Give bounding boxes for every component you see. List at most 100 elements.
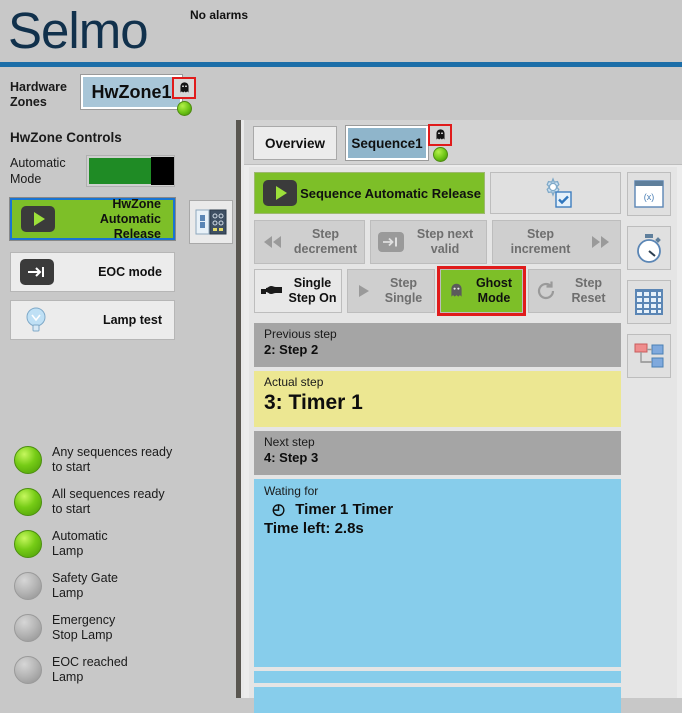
ghost-icon — [435, 128, 445, 140]
step-end-icon-wrap — [20, 259, 54, 285]
step-end-icon — [20, 259, 54, 285]
sequence-automatic-release-label: Sequence Automatic Release — [300, 185, 481, 201]
waiting-for-item: Timer 1 Timer — [295, 501, 394, 518]
ghost-mode-button[interactable]: Ghost Mode — [440, 269, 523, 313]
step-reset-label-line2: Reset — [571, 291, 606, 305]
previous-step-panel: Previous step 2: Step 2 — [254, 323, 621, 367]
ghost-icon — [179, 81, 189, 93]
single-step-on-label-line1: Single — [293, 276, 332, 290]
step-reset-button[interactable]: Step Reset — [528, 269, 621, 313]
automatic-mode-label: Automatic Mode — [10, 155, 82, 187]
step-next-valid-label: Step next valid — [404, 227, 486, 257]
waiting-for-time-left: Time left: 2.8s — [264, 520, 364, 537]
lamp-label: Any sequences ready to start — [52, 445, 172, 475]
step-increment-label-line1: Step — [526, 227, 555, 241]
hwzone-automatic-release-button[interactable]: HwZone Automatic Release — [9, 197, 176, 242]
refresh-icon — [537, 281, 555, 300]
tab-overview[interactable]: Overview — [253, 126, 337, 160]
sequence-automatic-release-button[interactable]: Sequence Automatic Release — [254, 172, 485, 214]
step-next-valid-button[interactable]: Step next valid — [370, 220, 487, 264]
lamp-label-line2: to start — [52, 502, 91, 516]
sequence-settings-button[interactable] — [490, 172, 621, 214]
step-decrement-button[interactable]: Step decrement — [254, 220, 365, 264]
hardware-zones-label-line2: Zones — [10, 95, 47, 109]
next-step-title: Next step — [264, 435, 315, 449]
lamp-indicator — [14, 656, 42, 684]
variables-window-glyph: (x) — [644, 192, 655, 202]
lamp-label-line1: Emergency — [52, 613, 116, 627]
hardware-zones-label-line1: Hardware — [10, 80, 67, 94]
sequence-control-area: Sequence Automatic Release Step decremen… — [249, 167, 677, 713]
step-increment-label-line2: increment — [510, 242, 571, 256]
step-single-label-line2: Single — [384, 291, 423, 305]
hwzone-automatic-release-label: HwZone Automatic Release — [55, 197, 173, 242]
lamp-row-safety-gate-lamp: Safety Gate Lamp — [14, 566, 234, 606]
hwzone-status-dot — [177, 101, 192, 116]
hwzone-ghost-indicator[interactable] — [172, 77, 196, 99]
step-decrement-label-line1: Step — [311, 227, 340, 241]
variables-window-button[interactable]: (x) — [627, 172, 671, 216]
step-reset-label-line1: Step — [574, 276, 603, 290]
hardware-zone-tab-hwzone1[interactable]: HwZone1 — [80, 74, 183, 110]
actual-step-value: 3: Timer 1 — [264, 391, 363, 414]
next-step-panel: Next step 4: Step 3 — [254, 431, 621, 475]
lamp-label-line2: Lamp — [52, 586, 84, 600]
single-step-on-label-line2: Step On — [288, 291, 337, 305]
automatic-mode-label-line1: Automatic — [10, 156, 66, 170]
table-grid-button[interactable] — [627, 280, 671, 324]
stopwatch-button[interactable] — [627, 226, 671, 270]
stopwatch-icon — [637, 234, 661, 263]
gear-check-icon — [545, 177, 572, 208]
fast-forward-icon — [592, 236, 609, 248]
extra-panel-1 — [254, 671, 621, 683]
hardware-zone-tab-label: HwZone1 — [91, 81, 172, 102]
eoc-mode-button[interactable]: EOC mode — [10, 252, 175, 292]
step-next-valid-label-line2: valid — [430, 242, 460, 256]
io-module-button[interactable] — [189, 200, 233, 244]
sequence-tab-bar: Overview Sequence1 — [244, 120, 682, 165]
hierarchy-tree-icon — [634, 343, 664, 368]
sequence-ghost-indicator[interactable] — [428, 124, 452, 146]
lamp-label-line1: All sequences ready — [52, 487, 165, 501]
waiting-for-panel: Wating for ◴ Timer 1 Timer Time left: 2.… — [254, 479, 621, 667]
step-single-button[interactable]: Step Single — [347, 269, 435, 313]
automatic-mode-toggle[interactable] — [86, 155, 175, 187]
lamp-test-button[interactable]: Lamp test — [10, 300, 175, 340]
lamp-label: Safety Gate Lamp — [52, 571, 118, 601]
lamp-label-line2: Lamp — [52, 670, 84, 684]
single-step-on-button[interactable]: Single Step On — [254, 269, 342, 313]
step-end-icon — [378, 232, 404, 252]
ghost-mode-label: Ghost Mode — [466, 276, 522, 306]
play-triangle-icon — [359, 285, 369, 297]
lamp-label-line2: to start — [52, 460, 91, 474]
play-icon — [21, 206, 55, 232]
lamp-label-line1: Safety Gate — [52, 571, 119, 585]
lamp-test-label: Lamp test — [102, 312, 162, 327]
lamp-row-emergency-stop-lamp: Emergency Stop Lamp — [14, 608, 234, 648]
automatic-mode-toggle-bar — [89, 158, 151, 184]
lamp-label: EOC reached Lamp — [52, 655, 128, 685]
hwzone-controls-title: HwZone Controls — [10, 130, 122, 145]
previous-step-title: Previous step — [264, 327, 337, 341]
lamp-label-line1: Any sequences ready — [52, 445, 173, 459]
lamp-label-line2: Stop Lamp — [52, 628, 113, 642]
automatic-mode-label-line2: Mode — [10, 172, 42, 186]
lamp-indicator — [14, 530, 42, 558]
tab-sequence1[interactable]: Sequence1 — [345, 125, 429, 161]
alarm-status-text: No alarms — [190, 8, 249, 22]
ghost-icon — [451, 283, 462, 297]
actual-step-title: Actual step — [264, 375, 324, 389]
hierarchy-tree-button[interactable] — [627, 334, 671, 378]
step-increment-button[interactable]: Step increment — [492, 220, 621, 264]
automatic-mode-toggle-knob — [151, 157, 174, 185]
step-reset-label: Step Reset — [557, 276, 620, 306]
waiting-for-item-row: ◴ Timer 1 Timer — [254, 498, 621, 518]
step-next-valid-label-line1: Step next — [416, 227, 474, 241]
lamp-row-all-sequences-ready: All sequences ready to start — [14, 482, 234, 522]
hwzone-release-label-line2: Automatic Release — [99, 211, 161, 241]
lightbulb-icon-wrap — [20, 305, 52, 335]
timer-icon: ◴ — [272, 501, 286, 518]
lamp-row-eoc-reached-lamp: EOC reached Lamp — [14, 650, 234, 690]
waiting-for-title: Wating for — [264, 484, 319, 498]
app-header: Selmo No alarms — [0, 0, 682, 62]
